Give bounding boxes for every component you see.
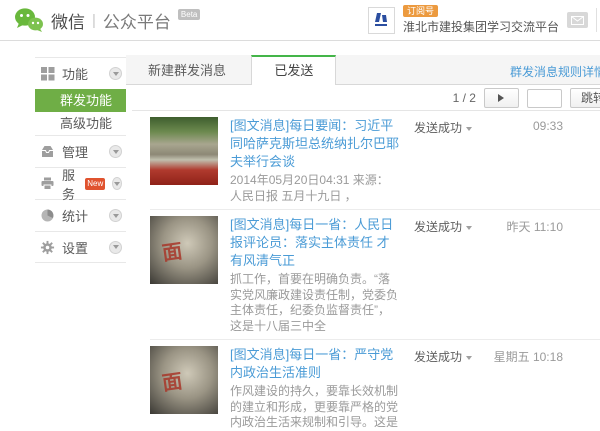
message-text-block: [图文消息]每日一省：严守党内政治生活准则 作风建设的持久，要靠长效机制的建立和…: [230, 346, 400, 431]
account-avatar[interactable]: [368, 7, 395, 34]
main-content: 新建群发消息 已发送 群发消息规则详情 1 / 2 跳转 [图文消息]每日要闻：…: [126, 41, 600, 431]
chevron-down-icon: [466, 226, 472, 230]
mail-icon[interactable]: [567, 12, 588, 28]
sidebar-item-settings[interactable]: 设置: [35, 231, 126, 263]
sidebar-item-services[interactable]: 服务 New: [35, 167, 126, 199]
sidebar-nav: 功能 群发功能 高级功能 管理 服务 New 统计: [35, 57, 126, 263]
message-excerpt: 抓工作，首要在明确负责。“落实党风廉政建设责任制，党委负主体责任，纪委负监督责任…: [230, 272, 400, 334]
message-title-link[interactable]: [图文消息]每日一省：人民日报评论员：落实主体责任 才有风清气正: [230, 216, 400, 270]
wechat-bubbles-icon: [14, 7, 44, 33]
printer-icon: [40, 176, 55, 191]
message-time: 昨天 11:10: [507, 218, 600, 235]
sidebar-submenu: 群发功能 高级功能: [35, 89, 126, 135]
sidebar-item-functions[interactable]: 功能: [35, 57, 126, 89]
sidebar-item-advanced-functions[interactable]: 高级功能: [35, 112, 126, 135]
mass-message-rules-link[interactable]: 群发消息规则详情: [510, 63, 600, 80]
sidebar-item-label: 管理: [62, 142, 88, 161]
gear-icon: [40, 240, 55, 255]
expand-toggle-icon[interactable]: [109, 67, 122, 80]
message-excerpt: 作风建设的持久，要靠长效机制的建立和形成，更要靠严格的党内政治生活来规制和引导。…: [230, 384, 400, 431]
sidebar-item-management[interactable]: 管理: [35, 135, 126, 167]
sent-message-list: [图文消息]每日要闻：习近平同哈萨克斯坦总统纳扎尔巴耶夫举行会谈 2014年05…: [150, 111, 600, 431]
logo-subtitle: 公众平台: [103, 8, 171, 33]
account-type-badge: 订阅号: [403, 5, 438, 17]
page-jump-button[interactable]: 跳转: [570, 88, 600, 108]
message-title-link[interactable]: [图文消息]每日一省：严守党内政治生活准则: [230, 346, 400, 382]
logo-text: 微信: [51, 8, 85, 33]
sidebar-item-label: 设置: [62, 238, 88, 257]
send-status-dropdown[interactable]: 发送成功: [414, 218, 472, 235]
tab-sent[interactable]: 已发送: [251, 55, 336, 85]
status-label: 发送成功: [414, 348, 462, 365]
wechat-logo: 微信 | 公众平台 Beta: [14, 7, 200, 33]
message-thumbnail[interactable]: 面: [150, 346, 218, 414]
chevron-down-icon: [466, 127, 472, 131]
expand-toggle-icon[interactable]: [109, 241, 122, 254]
message-title-link[interactable]: [图文消息]每日要闻：习近平同哈萨克斯坦总统纳扎尔巴耶夫举行会谈: [230, 117, 400, 171]
sidebar-item-statistics[interactable]: 统计: [35, 199, 126, 231]
beta-badge: Beta: [178, 9, 200, 20]
message-thumbnail[interactable]: 面: [150, 216, 218, 284]
send-status-dropdown[interactable]: 发送成功: [414, 348, 472, 365]
message-text-block: [图文消息]每日一省：人民日报评论员：落实主体责任 才有风清气正 抓工作，首要在…: [230, 216, 400, 334]
page-indicator: 1 / 2: [453, 91, 476, 105]
message-excerpt: 2014年05月20日04:31 来源：人民日报 五月十九日 ，: [230, 173, 400, 204]
chevron-down-icon: [466, 356, 472, 360]
thumbnail-glyph: 面: [160, 365, 184, 397]
expand-toggle-icon[interactable]: [112, 177, 122, 190]
message-text-block: [图文消息]每日要闻：习近平同哈萨克斯坦总统纳扎尔巴耶夫举行会谈 2014年05…: [230, 117, 400, 204]
tab-bar: 新建群发消息 已发送 群发消息规则详情: [126, 55, 600, 85]
message-thumbnail[interactable]: [150, 117, 218, 185]
top-header: 微信 | 公众平台 Beta 订阅号 淮北市建投集团学习交流平台: [0, 0, 600, 41]
arrow-right-icon: [498, 94, 504, 102]
account-name: 淮北市建投集团学习交流平台: [403, 18, 559, 35]
expand-toggle-icon[interactable]: [109, 145, 122, 158]
expand-toggle-icon[interactable]: [109, 209, 122, 222]
tab-new-mass-message[interactable]: 新建群发消息: [126, 56, 248, 86]
tray-icon: [40, 144, 55, 159]
avatar-logo-icon: [371, 10, 391, 30]
thumbnail-glyph: 面: [160, 235, 184, 267]
new-badge: New: [85, 178, 105, 190]
next-page-button[interactable]: [484, 88, 519, 108]
pagination: 1 / 2 跳转: [453, 88, 600, 108]
list-toolbar: 1 / 2 跳转: [126, 86, 600, 110]
message-row: 面 [图文消息]每日一省：人民日报评论员：落实主体责任 才有风清气正 抓工作，首…: [150, 210, 600, 340]
sidebar-item-label: 服务: [62, 165, 80, 203]
account-area: 订阅号 淮北市建投集团学习交流平台: [368, 5, 597, 35]
sidebar-item-label: 功能: [62, 64, 88, 83]
status-label: 发送成功: [414, 119, 462, 136]
sidebar-item-mass-messaging[interactable]: 群发功能: [35, 89, 126, 112]
header-divider: [596, 8, 597, 32]
message-row: 面 [图文消息]每日一省：严守党内政治生活准则 作风建设的持久，要靠长效机制的建…: [150, 340, 600, 431]
message-time: 星期五 10:18: [494, 348, 600, 365]
account-info: 订阅号 淮北市建投集团学习交流平台: [403, 5, 559, 35]
status-label: 发送成功: [414, 218, 462, 235]
message-time: 09:33: [533, 119, 600, 133]
send-status-dropdown[interactable]: 发送成功: [414, 119, 472, 136]
logo-separator: |: [92, 12, 96, 29]
message-row: [图文消息]每日要闻：习近平同哈萨克斯坦总统纳扎尔巴耶夫举行会谈 2014年05…: [150, 111, 600, 210]
pie-chart-icon: [40, 208, 55, 223]
grid-icon: [40, 66, 55, 81]
page-jump-input[interactable]: [527, 89, 562, 108]
sidebar-item-label: 统计: [62, 206, 88, 225]
